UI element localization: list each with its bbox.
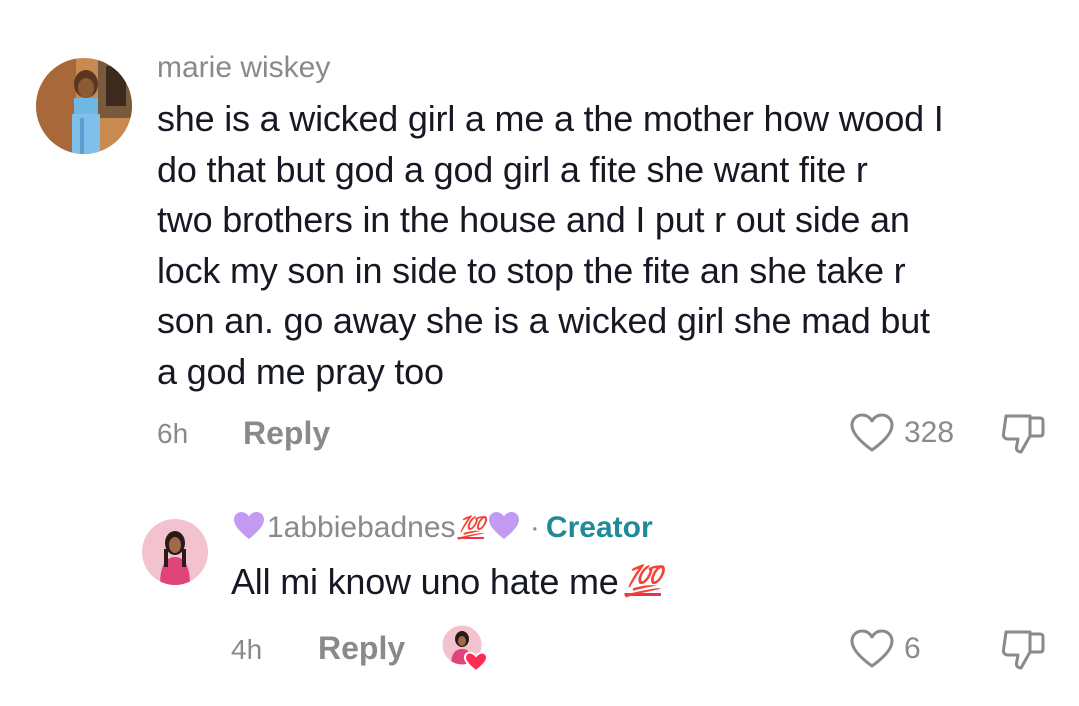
thumbs-down-icon [1001, 630, 1045, 670]
purple-heart-emoji [233, 511, 265, 546]
comments-section: marie wiskey she is a wicked girl a me a… [0, 0, 1079, 706]
heart-outline-icon [850, 413, 894, 452]
comment-text-line: do that but god a god girl a fite she wa… [157, 148, 868, 190]
creator-liked-icon [441, 624, 491, 674]
reply-username[interactable]: 1abbiebadnes [267, 510, 456, 546]
comment-text: she is a wicked girl a me a the mother h… [157, 94, 1057, 397]
avatar[interactable] [36, 58, 132, 154]
comment-username[interactable]: marie wiskey [157, 50, 330, 86]
comment-timestamp: 6h [157, 418, 189, 449]
reply-button[interactable]: Reply [243, 414, 330, 452]
comment-text-line: a god me pray too [157, 350, 444, 392]
dislike-button[interactable] [1000, 412, 1046, 461]
heart-outline-icon [850, 629, 894, 668]
separator-dot: · [529, 511, 540, 544]
creator-badge: Creator [545, 511, 653, 544]
dislike-button[interactable] [1000, 628, 1046, 677]
comment-text-line: she is a wicked girl a me a the mother h… [157, 98, 944, 139]
hundred-points-emoji: 💯 [624, 565, 662, 598]
comment-text-line: lock my son in side to stop the fite an … [157, 249, 906, 291]
reply-button[interactable]: Reply [318, 629, 405, 667]
hundred-points-emoji: 💯 [457, 515, 485, 540]
like-count: 328 [904, 416, 955, 449]
reply-text-content: All mi know uno hate me [231, 561, 619, 602]
like-button[interactable]: 6 [850, 629, 921, 669]
reply-username-row[interactable]: 1abbiebadnes 💯 · Creator [231, 510, 653, 546]
comment-text-line: son an. go away she is a wicked girl she… [157, 300, 930, 341]
avatar[interactable] [142, 519, 208, 585]
thumbs-down-icon [1001, 414, 1045, 454]
purple-heart-emoji [488, 511, 520, 546]
reply-text: All mi know uno hate me 💯 [231, 557, 662, 608]
reply-timestamp: 4h [231, 634, 263, 665]
like-count: 6 [904, 632, 921, 665]
like-button[interactable]: 328 [850, 413, 954, 453]
comment-text-line: two brothers in the house and I put r ou… [157, 199, 910, 240]
